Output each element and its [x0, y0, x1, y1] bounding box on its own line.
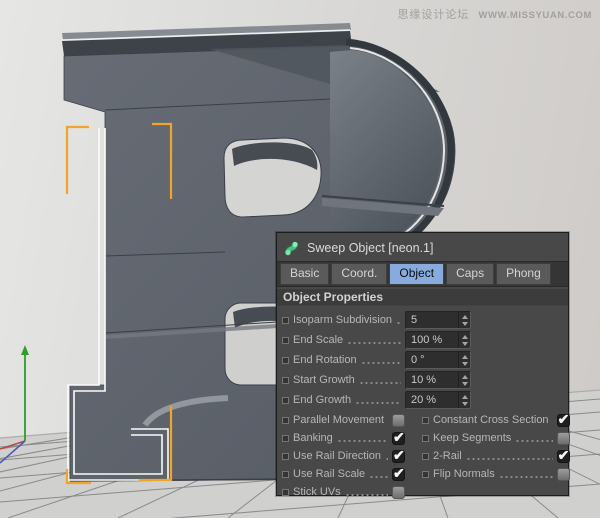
- check-use-rail-direction: Use Rail Direction: [281, 447, 405, 465]
- field-start-growth: Start Growth 10 %: [281, 370, 471, 390]
- spinner-down-icon[interactable]: [462, 342, 468, 346]
- use-rail-direction-checkbox[interactable]: [392, 450, 405, 463]
- key-square-icon[interactable]: [282, 337, 289, 344]
- check-banking: Banking: [281, 429, 405, 447]
- dotted-leader: [385, 457, 388, 461]
- spinner-down-icon[interactable]: [462, 382, 468, 386]
- dotted-leader: [466, 457, 553, 461]
- use-rail-scale-checkbox[interactable]: [392, 468, 405, 481]
- dotted-leader: [361, 361, 401, 365]
- section-header: Object Properties: [277, 289, 568, 306]
- end-scale-input[interactable]: 100 %: [405, 331, 471, 349]
- tab-phong[interactable]: Phong: [496, 263, 551, 285]
- spinner-up-icon[interactable]: [462, 375, 468, 379]
- dotted-leader: [369, 475, 388, 479]
- spinner-up-icon[interactable]: [462, 335, 468, 339]
- field-label: Start Growth: [293, 374, 355, 386]
- sweep-object-icon: [283, 240, 300, 257]
- panel-title-bar[interactable]: Sweep Object [neon.1]: [277, 233, 568, 261]
- field-label: End Scale: [293, 334, 343, 346]
- field-label: Isoparm Subdivision: [293, 314, 392, 326]
- check-stick-uvs: Stick UVs: [281, 483, 405, 501]
- key-square-icon[interactable]: [422, 417, 429, 424]
- key-square-icon[interactable]: [282, 471, 289, 478]
- check-use-rail-scale: Use Rail Scale: [281, 465, 405, 483]
- field-value: 100 %: [411, 333, 442, 347]
- dotted-leader: [359, 381, 401, 385]
- key-square-icon[interactable]: [282, 377, 289, 384]
- key-square-icon[interactable]: [282, 453, 289, 460]
- end-growth-input[interactable]: 20 %: [405, 391, 471, 409]
- tab-basic[interactable]: Basic: [280, 263, 329, 285]
- tab-caps[interactable]: Caps: [446, 263, 494, 285]
- field-label: End Growth: [293, 394, 351, 406]
- check-2-rail: 2-Rail: [409, 447, 570, 465]
- panel-tabs: Basic Coord. Object Caps Phong: [277, 261, 568, 287]
- field-value: 20 %: [411, 393, 436, 407]
- watermark-chinese: 思缘设计论坛: [397, 6, 469, 22]
- spinner-down-icon[interactable]: [462, 322, 468, 326]
- field-value: 5: [411, 313, 417, 327]
- field-end-growth: End Growth 20 %: [281, 390, 471, 410]
- 2-rail-checkbox[interactable]: [557, 450, 570, 463]
- panel-title: Sweep Object [neon.1]: [307, 241, 433, 255]
- flip-normals-checkbox[interactable]: [557, 468, 570, 481]
- dotted-leader: [355, 401, 401, 405]
- watermark: 思缘设计论坛 WWW.MISSYUAN.COM: [397, 6, 592, 22]
- key-square-icon[interactable]: [282, 317, 289, 324]
- spinner-up-icon[interactable]: [462, 395, 468, 399]
- check-flip-normals: Flip Normals: [409, 465, 570, 483]
- spinner-up-icon[interactable]: [462, 355, 468, 359]
- key-square-icon[interactable]: [422, 471, 429, 478]
- dotted-leader: [499, 475, 553, 479]
- stick-uvs-checkbox[interactable]: [392, 486, 405, 499]
- spinner[interactable]: [458, 312, 470, 328]
- dotted-leader: [345, 493, 388, 497]
- spinner[interactable]: [458, 392, 470, 408]
- dotted-leader: [396, 321, 401, 325]
- check-parallel-movement: Parallel Movement: [281, 411, 405, 429]
- field-end-scale: End Scale 100 %: [281, 330, 471, 350]
- y-axis-arrow-icon: [21, 345, 29, 355]
- parallel-movement-checkbox[interactable]: [392, 414, 405, 427]
- banking-checkbox[interactable]: [392, 432, 405, 445]
- end-rotation-input[interactable]: 0 °: [405, 351, 471, 369]
- sweep-object-panel: Sweep Object [neon.1] Basic Coord. Objec…: [276, 232, 569, 496]
- spinner-down-icon[interactable]: [462, 402, 468, 406]
- key-square-icon[interactable]: [422, 435, 429, 442]
- key-square-icon[interactable]: [282, 489, 289, 496]
- tab-object[interactable]: Object: [389, 263, 444, 285]
- field-value: 0 °: [411, 353, 425, 367]
- key-square-icon[interactable]: [422, 453, 429, 460]
- spinner[interactable]: [458, 372, 470, 388]
- field-value: 10 %: [411, 373, 436, 387]
- field-end-rotation: End Rotation 0 °: [281, 350, 471, 370]
- tab-coord[interactable]: Coord.: [331, 263, 387, 285]
- spinner-up-icon[interactable]: [462, 315, 468, 319]
- field-label: End Rotation: [293, 354, 357, 366]
- key-square-icon[interactable]: [282, 397, 289, 404]
- check-constant-cross-section: Constant Cross Section: [409, 411, 570, 429]
- spinner[interactable]: [458, 352, 470, 368]
- field-isoparm-subdivision: Isoparm Subdivision 5: [281, 310, 471, 330]
- key-square-icon[interactable]: [282, 435, 289, 442]
- spinner-down-icon[interactable]: [462, 362, 468, 366]
- spinner[interactable]: [458, 332, 470, 348]
- constant-cross-section-checkbox[interactable]: [557, 414, 570, 427]
- keep-segments-checkbox[interactable]: [557, 432, 570, 445]
- numeric-fields: Isoparm Subdivision 5 End Scale 100 % En…: [277, 306, 568, 410]
- dotted-leader: [515, 439, 552, 443]
- dotted-leader: [337, 439, 388, 443]
- start-growth-input[interactable]: 10 %: [405, 371, 471, 389]
- watermark-site: WWW.MISSYUAN.COM: [478, 10, 592, 21]
- dotted-leader: [347, 341, 401, 345]
- isoparm-subdivision-input[interactable]: 5: [405, 311, 471, 329]
- key-square-icon[interactable]: [282, 417, 289, 424]
- checkbox-grid: Parallel Movement Constant Cross Section…: [277, 410, 568, 501]
- c4d-viewport-window: 思缘设计论坛 WWW.MISSYUAN.COM Sweep Object [ne…: [0, 0, 600, 518]
- check-keep-segments: Keep Segments: [409, 429, 570, 447]
- key-square-icon[interactable]: [282, 357, 289, 364]
